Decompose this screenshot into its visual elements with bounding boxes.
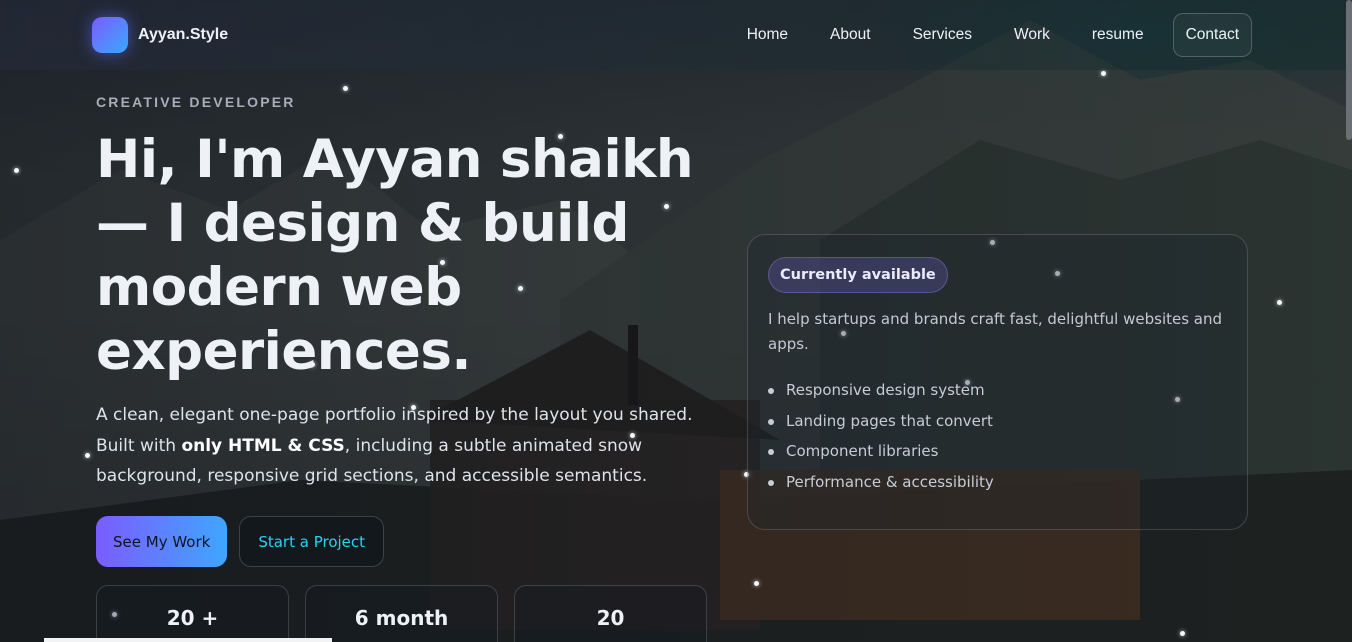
services-list: Responsive design system Landing pages t…: [768, 375, 1227, 497]
hero-description: A clean, elegant one-page portfolio insp…: [96, 400, 696, 492]
hero-eyebrow: CREATIVE DEVELOPER: [96, 94, 296, 110]
main-nav: Home About Services Work resume Contact: [726, 13, 1252, 57]
snowflake: [1277, 300, 1282, 305]
availability-card: Currently available I help startups and …: [747, 234, 1248, 530]
brand-name: Ayyan.Style: [138, 26, 229, 43]
stats-row: 20 + 6 month 20: [96, 585, 707, 642]
availability-text: I help startups and brands craft fast, d…: [768, 310, 1223, 353]
services-list-item: Component libraries: [768, 436, 1227, 467]
nav-about[interactable]: About: [809, 16, 892, 54]
services-list-item: Landing pages that convert: [768, 406, 1227, 437]
stat-value: 6 month: [354, 606, 449, 630]
see-my-work-button[interactable]: See My Work: [96, 516, 228, 567]
site-header: Ayyan.Style Home About Services Work res…: [0, 0, 1346, 70]
hero-actions: See My Work Start a Project: [96, 516, 385, 567]
page-scrollbar[interactable]: [1346, 0, 1352, 642]
stat-card: 20 +: [96, 585, 289, 642]
snowflake: [1101, 71, 1106, 76]
nav-work[interactable]: Work: [993, 16, 1071, 54]
nav-home[interactable]: Home: [726, 16, 809, 54]
snowflake: [343, 86, 348, 91]
bottom-edge-bar: [44, 638, 332, 642]
snowflake: [14, 168, 19, 173]
stat-card: 20: [514, 585, 707, 642]
nav-services[interactable]: Services: [892, 16, 993, 54]
start-project-button[interactable]: Start a Project: [239, 516, 385, 567]
stat-value: 20 +: [166, 606, 219, 630]
snowflake: [85, 453, 90, 458]
availability-badge: Currently available: [768, 257, 948, 293]
stat-card: 6 month: [305, 585, 498, 642]
scrollbar-thumb[interactable]: [1346, 0, 1352, 140]
snowflake: [754, 581, 759, 586]
nav-contact-button[interactable]: Contact: [1172, 13, 1252, 57]
stat-value: 20: [596, 606, 625, 630]
snowflake: [1180, 631, 1185, 636]
logo-icon: [92, 17, 128, 53]
services-list-item: Responsive design system: [768, 375, 1227, 406]
nav-resume[interactable]: resume: [1071, 16, 1165, 54]
hero-title: Hi, I'm Ayyan shaikh — I design & build …: [96, 129, 694, 382]
hero-description-strong: only HTML & CSS: [181, 435, 345, 456]
brand[interactable]: Ayyan.Style: [92, 17, 228, 53]
services-list-item: Performance & accessibility: [768, 467, 1227, 498]
